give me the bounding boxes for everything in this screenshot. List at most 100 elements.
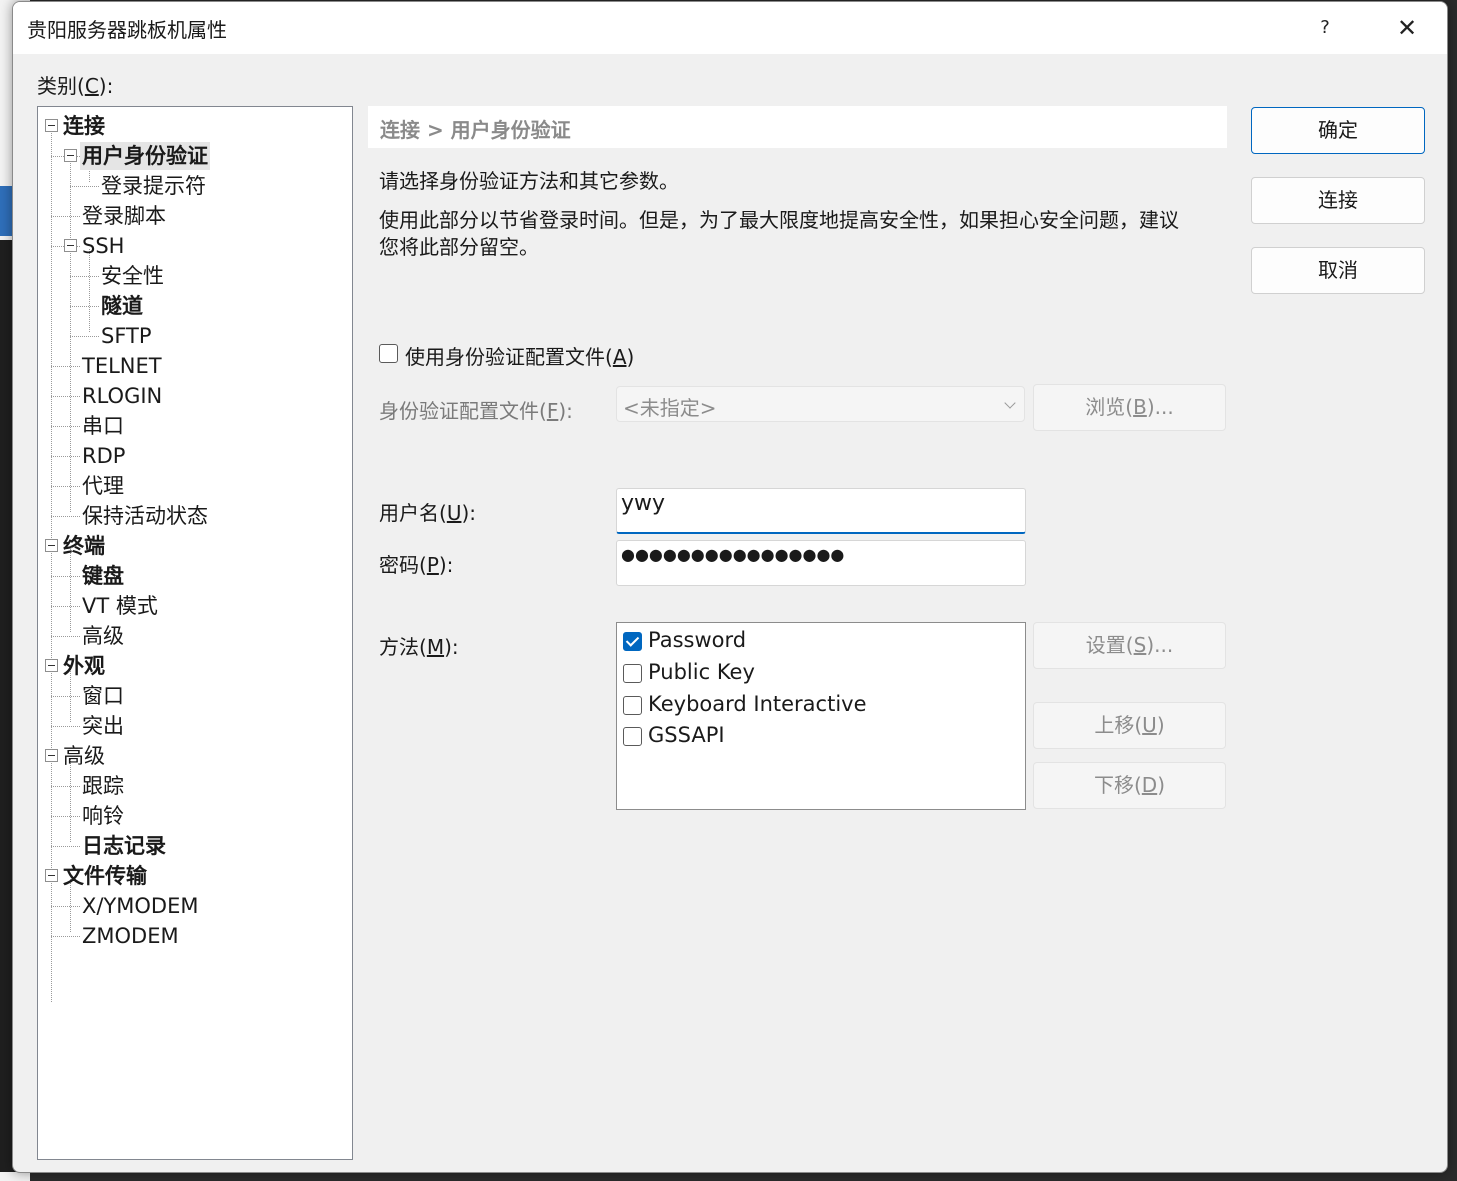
help-button[interactable]: ? xyxy=(1303,10,1347,46)
tree-connector xyxy=(51,846,80,847)
tree-item-x-ymodem[interactable]: X/YMODEM xyxy=(82,892,199,920)
username-input[interactable]: ywy xyxy=(616,488,1026,534)
tree-connector xyxy=(70,306,99,307)
tree-connector xyxy=(51,726,80,727)
background-window-accent xyxy=(0,186,12,236)
tree-connector xyxy=(51,486,80,487)
move-up-button[interactable]: 上移(U) xyxy=(1033,702,1226,749)
tree-item-node-2[interactable]: 登录提示符 xyxy=(101,172,206,200)
collapse-toggle-icon[interactable] xyxy=(64,239,77,252)
profile-select-value: <未指定> xyxy=(623,396,717,420)
close-icon: ✕ xyxy=(1396,14,1418,42)
tree-item-node-23[interactable]: 响铃 xyxy=(82,802,124,830)
collapse-toggle-icon[interactable] xyxy=(45,539,58,552)
method-checkbox-public-key[interactable] xyxy=(623,664,642,683)
collapse-toggle-icon[interactable] xyxy=(45,659,58,672)
profile-label: 身份验证配置文件(F): xyxy=(379,399,573,423)
tree-item-node-24[interactable]: 日志记录 xyxy=(82,832,166,860)
tree-connector xyxy=(51,576,80,577)
use-profile-label[interactable]: 使用身份验证配置文件(A) xyxy=(405,341,634,370)
tree-item-vt[interactable]: VT 模式 xyxy=(82,592,158,620)
note-text-line2: 您将此部分留空。 xyxy=(379,235,539,259)
tree-item-node-17[interactable]: 高级 xyxy=(82,622,124,650)
tree-connector xyxy=(51,936,80,937)
tree-item-telnet[interactable]: TELNET xyxy=(82,352,162,380)
category-tree[interactable]: 连接 用户身份验证 登录提示符 登录脚本 SSH 安全性 隧道 SFTP TELNET RLOGI… xyxy=(37,106,353,1160)
tree-connector xyxy=(51,816,80,817)
method-checkbox-gssapi[interactable] xyxy=(623,727,642,746)
collapse-toggle-icon[interactable] xyxy=(45,119,58,132)
tree-item-rdp[interactable]: RDP xyxy=(82,442,125,470)
tree-item-node-1[interactable]: 用户身份验证 xyxy=(80,142,210,170)
tree-item-node-22[interactable]: 跟踪 xyxy=(82,772,124,800)
tree-connector xyxy=(51,696,80,697)
password-label: 密码(P): xyxy=(379,553,454,577)
method-label-password: Password xyxy=(648,628,747,652)
tree-item-rlogin[interactable]: RLOGIN xyxy=(82,382,162,410)
method-list: Password Public Key Keyboard Interactive… xyxy=(616,622,1026,810)
tree-guide-line xyxy=(70,759,71,842)
username-value: ywy xyxy=(621,491,666,516)
tree-item-node-3[interactable]: 登录脚本 xyxy=(82,202,166,230)
tree-connector xyxy=(51,456,80,457)
intro-text: 请选择身份验证方法和其它参数。 xyxy=(379,169,679,193)
method-checkbox-keyboard-interactive[interactable] xyxy=(623,696,642,715)
tree-item-sftp[interactable]: SFTP xyxy=(101,322,152,350)
method-checkbox-password[interactable] xyxy=(623,632,642,651)
tree-connector xyxy=(51,516,80,517)
tree-item-node-5[interactable]: 安全性 xyxy=(101,262,164,290)
window-title: 贵阳服务器跳板机属性 xyxy=(27,18,227,42)
breadcrumb-text: 连接 > 用户身份验证 xyxy=(380,118,571,142)
tree-item-ssh[interactable]: SSH xyxy=(82,232,124,260)
tree-item-node-6[interactable]: 隧道 xyxy=(101,292,143,320)
method-label: 方法(M): xyxy=(379,635,459,659)
tree-connector xyxy=(70,336,99,337)
tree-connector xyxy=(51,606,80,607)
tree-item-node-14[interactable]: 终端 xyxy=(63,532,105,560)
tree-item-node-18[interactable]: 外观 xyxy=(63,652,105,680)
chevron-down-icon xyxy=(1004,397,1016,409)
note-text-line1: 使用此部分以节省登录时间。但是，为了最大限度地提高安全性，如果担心安全问题，建议 xyxy=(379,208,1179,232)
method-label-keyboard-interactive: Keyboard Interactive xyxy=(648,692,867,716)
collapse-toggle-icon[interactable] xyxy=(45,749,58,762)
tree-connector xyxy=(51,396,80,397)
tree-item-zmodem[interactable]: ZMODEM xyxy=(82,922,179,950)
tree-item-node-19[interactable]: 窗口 xyxy=(82,682,124,710)
tree-item-node-13[interactable]: 保持活动状态 xyxy=(82,502,208,530)
title-bar: 贵阳服务器跳板机属性 ? ✕ xyxy=(13,2,1447,54)
move-down-button[interactable]: 下移(D) xyxy=(1033,762,1226,809)
tree-connector xyxy=(51,426,80,427)
tree-connector xyxy=(70,186,99,187)
method-label-public-key: Public Key xyxy=(648,660,755,684)
connect-button[interactable]: 连接 xyxy=(1251,177,1425,224)
tree-item-node-12[interactable]: 代理 xyxy=(82,472,124,500)
tree-guide-line xyxy=(70,549,71,632)
use-profile-checkbox[interactable] xyxy=(379,344,398,363)
method-label-gssapi: GSSAPI xyxy=(648,723,725,747)
tree-item-node-21[interactable]: 高级 xyxy=(63,742,105,770)
tree-item-node-0[interactable]: 连接 xyxy=(63,112,105,140)
browse-button[interactable]: 浏览(B)... xyxy=(1033,384,1226,431)
tree-connector xyxy=(51,786,80,787)
tree-connector xyxy=(70,276,99,277)
tree-item-node-20[interactable]: 突出 xyxy=(82,712,124,740)
category-label: 类别(C): xyxy=(37,74,114,98)
close-button[interactable]: ✕ xyxy=(1383,10,1431,46)
tree-connector xyxy=(51,906,80,907)
collapse-toggle-icon[interactable] xyxy=(45,869,58,882)
method-settings-button[interactable]: 设置(S)... xyxy=(1033,622,1226,669)
profile-select[interactable]: <未指定> xyxy=(616,386,1025,422)
password-input[interactable]: ●●●●●●●●●●●●●●●● xyxy=(616,540,1026,586)
tree-item-node-15[interactable]: 键盘 xyxy=(82,562,124,590)
password-value: ●●●●●●●●●●●●●●●● xyxy=(621,545,845,564)
collapse-toggle-icon[interactable] xyxy=(64,149,77,162)
breadcrumb: 连接 > 用户身份验证 xyxy=(368,106,1227,148)
tree-item-node-25[interactable]: 文件传输 xyxy=(63,862,147,890)
cancel-button[interactable]: 取消 xyxy=(1251,247,1425,294)
background-window-bottom xyxy=(0,1172,30,1181)
tree-item-node-10[interactable]: 串口 xyxy=(82,412,124,440)
ok-button[interactable]: 确定 xyxy=(1251,107,1425,154)
tree-connector xyxy=(51,366,80,367)
properties-dialog: 贵阳服务器跳板机属性 ? ✕ 类别(C): 连接 用户身份验证 登录提示符 登录脚本 S… xyxy=(12,1,1448,1173)
username-label: 用户名(U): xyxy=(379,501,476,525)
